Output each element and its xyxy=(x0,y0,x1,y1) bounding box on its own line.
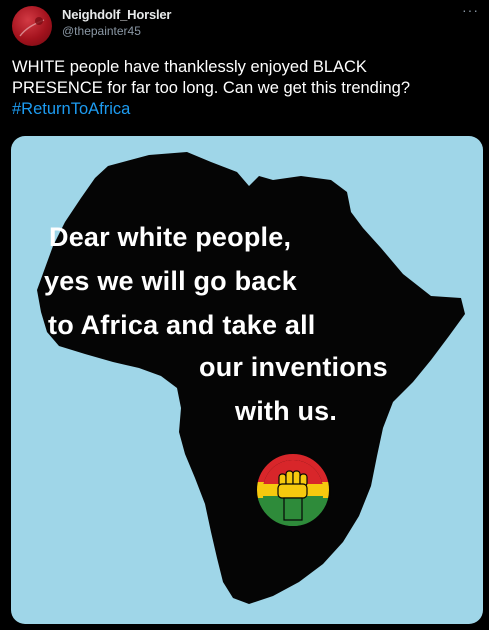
hashtag-link[interactable]: #ReturnToAfrica xyxy=(12,100,130,118)
avatar[interactable] xyxy=(12,6,52,46)
tweet-text: WHITE people have thanklessly enjoyed BL… xyxy=(12,57,478,120)
tweet-header: Neighdolf_Horsler @thepainter45 ··· xyxy=(12,2,479,46)
author-handle[interactable]: @thepainter45 xyxy=(62,23,171,40)
tweet-text-line-2: PRESENCE for far too long. Can we get th… xyxy=(12,79,411,97)
author-display-name[interactable]: Neighdolf_Horsler xyxy=(62,6,171,23)
avatar-image xyxy=(19,17,45,37)
media-text-line-3: to Africa and take all xyxy=(48,310,316,340)
media-text-line-4: our inventions xyxy=(199,352,388,382)
more-options-icon[interactable]: ··· xyxy=(462,2,479,18)
media-text-line-2: yes we will go back xyxy=(44,266,297,296)
tweet[interactable]: Neighdolf_Horsler @thepainter45 ··· WHIT… xyxy=(0,0,489,630)
author-names: Neighdolf_Horsler @thepainter45 xyxy=(62,6,171,40)
media-text-line-5: with us. xyxy=(235,396,338,426)
black-power-emblem xyxy=(255,452,331,528)
tweet-media-image[interactable]: Dear white people, yes we will go back t… xyxy=(11,136,483,624)
media-text-line-1: Dear white people, xyxy=(49,222,292,252)
tweet-text-line-1: WHITE people have thanklessly enjoyed BL… xyxy=(12,58,367,76)
